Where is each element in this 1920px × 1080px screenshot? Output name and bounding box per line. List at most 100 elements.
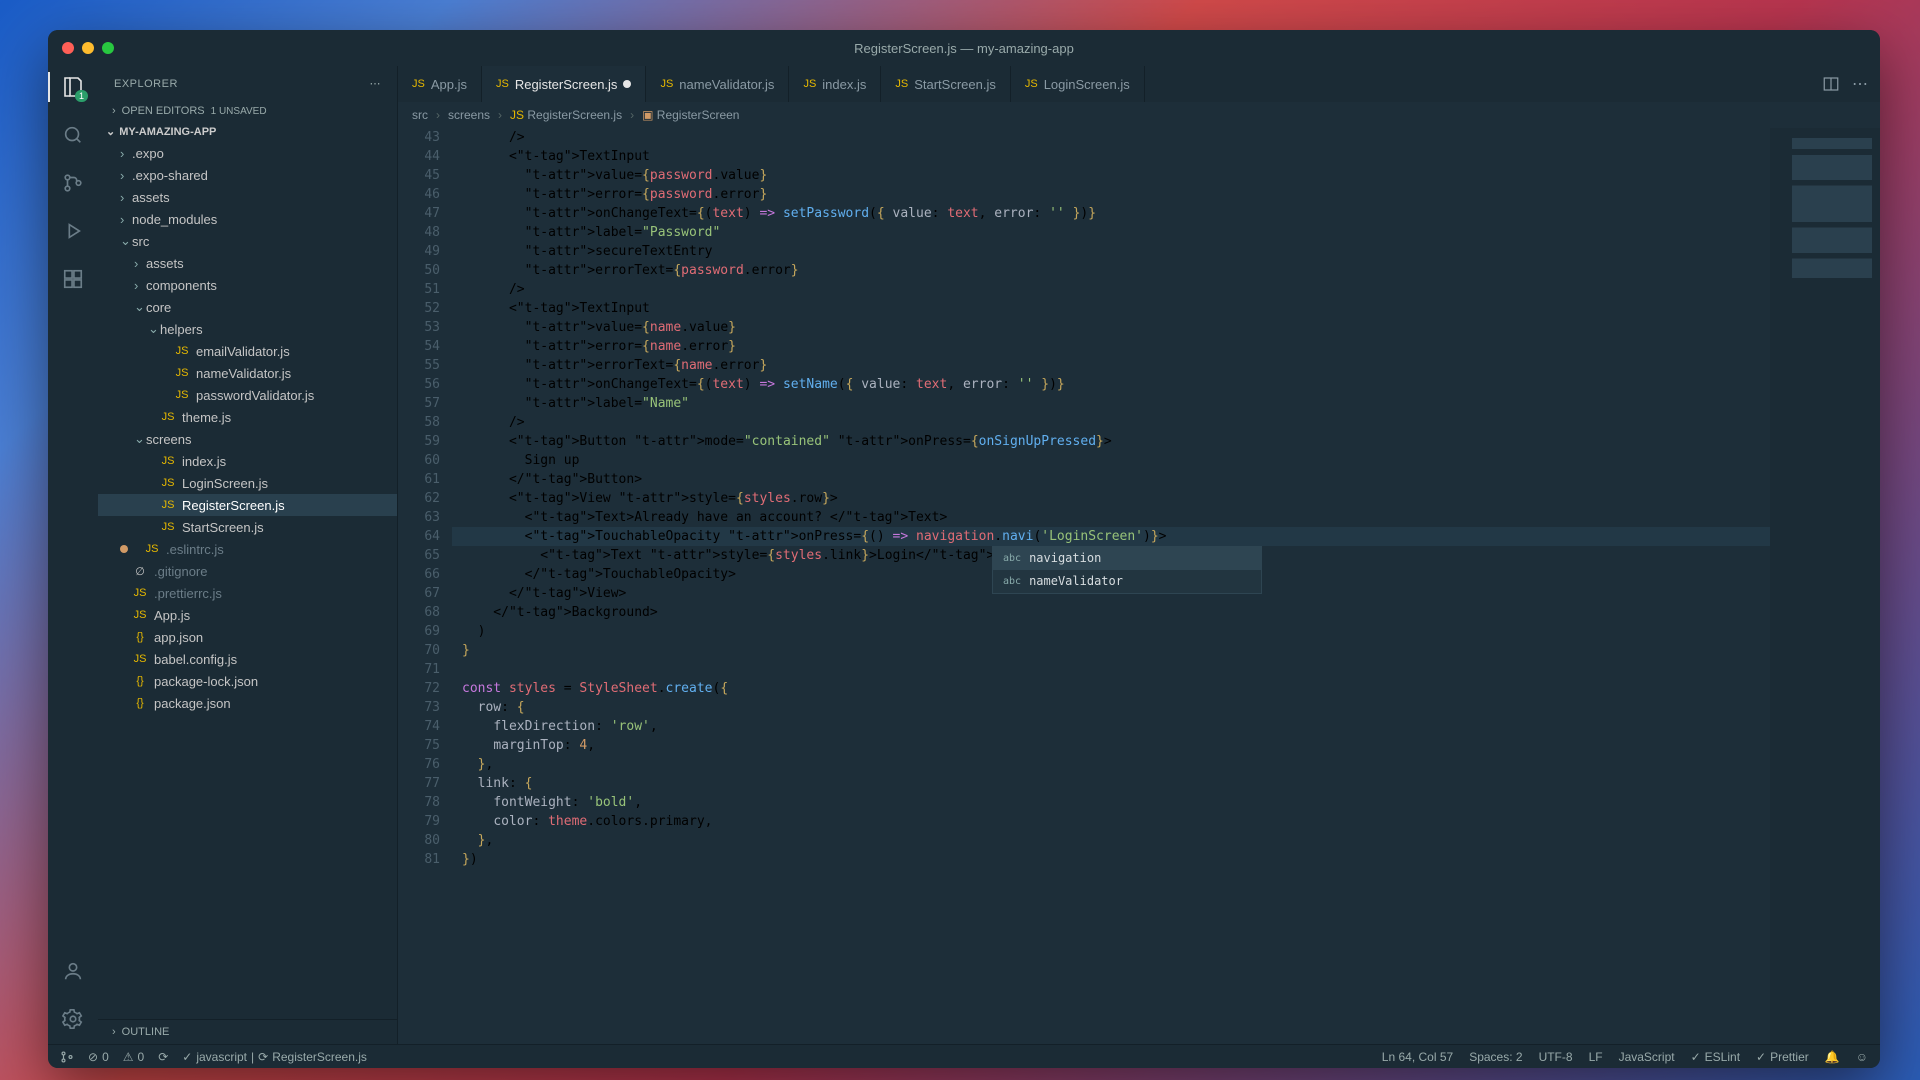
sidebar-title: EXPLORER	[114, 78, 178, 90]
debug-icon[interactable]	[60, 218, 86, 244]
tab-namevalidator-js[interactable]: JS nameValidator.js	[646, 66, 789, 102]
folder-item[interactable]: ⌄helpers	[98, 318, 397, 340]
status-mode[interactable]: JavaScript	[1619, 1050, 1675, 1064]
tab-actions: ⋯	[1810, 66, 1880, 102]
file-item[interactable]: JS.prettierrc.js	[98, 582, 397, 604]
js-file-icon: JS	[1025, 78, 1038, 90]
activity-bar: 1	[48, 66, 98, 1044]
tab-label: nameValidator.js	[679, 77, 774, 92]
source-control-icon[interactable]	[60, 170, 86, 196]
file-item[interactable]: JSpasswordValidator.js	[98, 384, 397, 406]
file-item[interactable]: JStheme.js	[98, 406, 397, 428]
maximize-icon[interactable]	[102, 42, 114, 54]
status-lang[interactable]: javascript | ⟳ RegisterScreen.js	[182, 1050, 367, 1064]
file-icon: ∅	[132, 563, 148, 579]
outline-section[interactable]: › OUTLINE	[98, 1019, 397, 1044]
json-file-icon: {}	[132, 629, 148, 645]
statusbar: ⊘ 0 ⚠ 0 ⟳ javascript | ⟳ RegisterScreen.…	[48, 1044, 1880, 1068]
search-icon[interactable]	[60, 122, 86, 148]
breadcrumb-item[interactable]: src	[412, 108, 428, 122]
file-item[interactable]: JSemailValidator.js	[98, 340, 397, 362]
breadcrumb-item[interactable]: screens	[448, 108, 490, 122]
status-feedback-icon[interactable]: ☺	[1856, 1050, 1868, 1064]
file-item[interactable]: {}package.json	[98, 692, 397, 714]
minimize-icon[interactable]	[82, 42, 94, 54]
js-file-icon: JS	[132, 651, 148, 667]
tab-label: StartScreen.js	[914, 77, 996, 92]
folder-item[interactable]: ›node_modules	[98, 208, 397, 230]
explorer-badge: 1	[75, 90, 88, 102]
file-tree: ›.expo›.expo-shared›assets›node_modules⌄…	[98, 142, 397, 1019]
status-sync-icon[interactable]: ⟳	[158, 1050, 168, 1064]
tab-label: index.js	[822, 77, 866, 92]
file-item[interactable]: {}app.json	[98, 626, 397, 648]
tab-loginscreen-js[interactable]: JS LoginScreen.js	[1011, 66, 1145, 102]
file-label: .expo-shared	[132, 168, 208, 183]
file-label: assets	[146, 256, 184, 271]
folder-item[interactable]: ⌄screens	[98, 428, 397, 450]
file-item[interactable]: JSStartScreen.js	[98, 516, 397, 538]
open-editors-label: OPEN EDITORS	[122, 105, 205, 117]
status-spaces[interactable]: Spaces: 2	[1469, 1050, 1522, 1064]
tab-registerscreen-js[interactable]: JSRegisterScreen.js	[482, 66, 646, 102]
folder-item[interactable]: ⌄src	[98, 230, 397, 252]
open-editors-section[interactable]: › OPEN EDITORS 1 UNSAVED	[98, 101, 397, 121]
file-item[interactable]: JSbabel.config.js	[98, 648, 397, 670]
status-encoding[interactable]: UTF-8	[1539, 1050, 1573, 1064]
editor[interactable]: 4344454647484950515253545556575859606162…	[398, 128, 1880, 1044]
extensions-icon[interactable]	[60, 266, 86, 292]
js-file-icon: JS	[160, 497, 176, 513]
file-item[interactable]: ∅.gitignore	[98, 560, 397, 582]
status-eol[interactable]: LF	[1589, 1050, 1603, 1064]
js-file-icon: JS	[660, 78, 673, 90]
file-item[interactable]: JS.eslintrc.js	[98, 538, 397, 560]
file-label: src	[132, 234, 149, 249]
status-bell-icon[interactable]: 🔔	[1825, 1050, 1840, 1064]
folder-item[interactable]: ›.expo	[98, 142, 397, 164]
status-warnings[interactable]: ⚠ 0	[123, 1050, 144, 1064]
tab-index-js[interactable]: JS index.js	[789, 66, 881, 102]
file-label: RegisterScreen.js	[182, 498, 285, 513]
suggest-widget[interactable]: abcnavigationabcnameValidator	[992, 546, 1262, 594]
file-label: helpers	[160, 322, 203, 337]
code-area[interactable]: /> <"t-tag">TextInput "t-attr">value={pa…	[452, 128, 1770, 1044]
status-errors[interactable]: ⊘ 0	[88, 1050, 109, 1064]
folder-item[interactable]: ›.expo-shared	[98, 164, 397, 186]
tab-app-js[interactable]: JSApp.js	[398, 66, 482, 102]
breadcrumbs[interactable]: src›screens›JS RegisterScreen.js›▣ Regis…	[398, 102, 1880, 128]
status-prettier[interactable]: Prettier	[1756, 1050, 1809, 1064]
more-icon[interactable]: ⋯	[1852, 74, 1868, 94]
status-branch-icon[interactable]	[60, 1050, 74, 1064]
folder-item[interactable]: ›assets	[98, 252, 397, 274]
file-label: nameValidator.js	[196, 366, 291, 381]
account-icon[interactable]	[60, 958, 86, 984]
file-item[interactable]: JSindex.js	[98, 450, 397, 472]
breadcrumb-item[interactable]: JS RegisterScreen.js	[510, 108, 622, 122]
tab-startscreen-js[interactable]: JS StartScreen.js	[881, 66, 1011, 102]
js-file-icon: JS	[132, 607, 148, 623]
js-file-icon: JS	[803, 78, 816, 90]
project-section[interactable]: ⌄ MY-AMAZING-APP	[98, 121, 397, 142]
folder-item[interactable]: ⌄core	[98, 296, 397, 318]
status-lncol[interactable]: Ln 64, Col 57	[1382, 1050, 1453, 1064]
folder-item[interactable]: ›components	[98, 274, 397, 296]
tab-label: LoginScreen.js	[1044, 77, 1130, 92]
js-file-icon: JS	[895, 78, 908, 90]
js-file-icon: JS	[174, 343, 190, 359]
file-item[interactable]: JSApp.js	[98, 604, 397, 626]
breadcrumb-item[interactable]: ▣ RegisterScreen	[642, 108, 739, 122]
explorer-icon[interactable]: 1	[60, 74, 86, 100]
status-eslint[interactable]: ESLint	[1691, 1050, 1740, 1064]
split-editor-icon[interactable]	[1822, 75, 1840, 93]
file-item[interactable]: JSnameValidator.js	[98, 362, 397, 384]
minimap[interactable]	[1770, 128, 1880, 1044]
gear-icon[interactable]	[60, 1006, 86, 1032]
file-item[interactable]: {}package-lock.json	[98, 670, 397, 692]
close-icon[interactable]	[62, 42, 74, 54]
folder-item[interactable]: ›assets	[98, 186, 397, 208]
file-item[interactable]: JS RegisterScreen.js	[98, 494, 397, 516]
suggest-item[interactable]: abcnavigation	[993, 547, 1261, 570]
sidebar-more-icon[interactable]: ⋯	[370, 77, 382, 90]
file-item[interactable]: JSLoginScreen.js	[98, 472, 397, 494]
suggest-item[interactable]: abcnameValidator	[993, 570, 1261, 593]
